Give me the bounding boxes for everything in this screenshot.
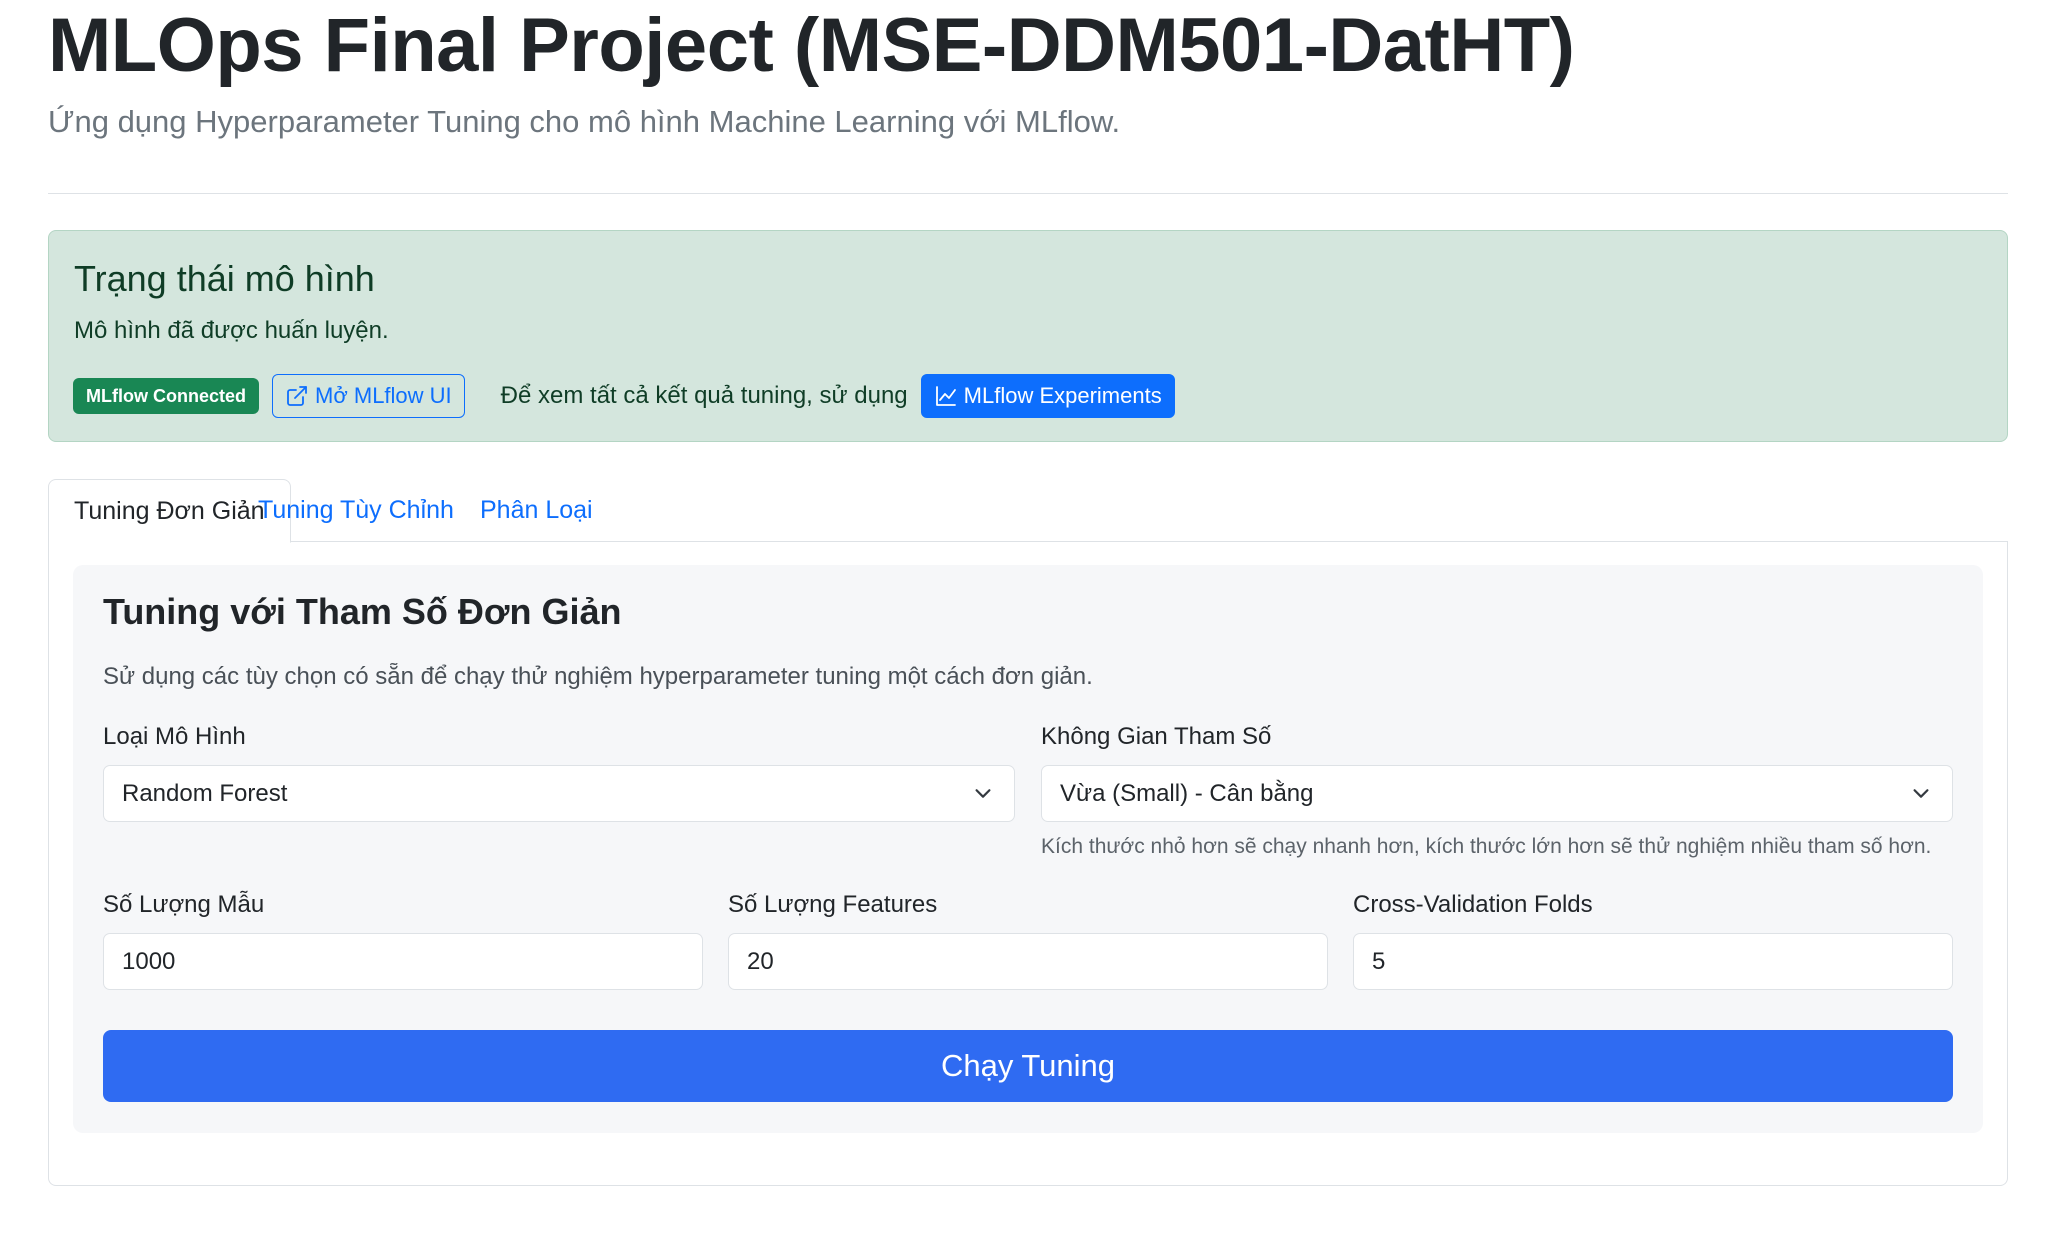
mlflow-connected-badge: MLflow Connected: [73, 378, 259, 414]
status-heading: Trạng thái mô hình: [74, 258, 375, 299]
status-actions: MLflow Connected Mở MLflow UI Để xem tất…: [73, 374, 1175, 418]
param-space-help: Kích thước nhỏ hơn sẽ chạy nhanh hơn, kí…: [1041, 835, 1932, 858]
mlflow-experiments-button[interactable]: MLflow Experiments: [920, 374, 1175, 418]
param-space-select[interactable]: Vừa (Small) - Cân bằng: [1041, 765, 1953, 822]
chevron-down-icon: [975, 789, 991, 798]
model-type-label: Loại Mô Hình: [103, 723, 246, 750]
page-subtitle: Ứng dụng Hyperparameter Tuning cho mô hì…: [48, 104, 1121, 139]
run-tuning-button[interactable]: Chạy Tuning: [103, 1030, 1953, 1102]
mlflow-experiments-label: MLflow Experiments: [963, 383, 1162, 408]
model-status-alert: Trạng thái mô hình Mô hình đã được huấn …: [48, 230, 2008, 442]
chevron-down-icon: [1913, 789, 1929, 798]
header-divider: [48, 193, 2008, 194]
cv-folds-input[interactable]: 5: [1353, 933, 1953, 990]
tab-classification[interactable]: Phân Loại: [455, 479, 618, 542]
n-features-label: Số Lượng Features: [728, 891, 938, 918]
n-samples-input[interactable]: 1000: [103, 933, 703, 990]
param-space-label: Không Gian Tham Số: [1041, 723, 1272, 750]
tab-content: Tuning với Tham Số Đơn Giản Sử dụng các …: [48, 541, 2008, 1186]
simple-tuning-panel: Tuning với Tham Số Đơn Giản Sử dụng các …: [73, 565, 1983, 1133]
model-type-value: Random Forest: [122, 779, 288, 807]
page: MLOps Final Project (MSE-DDM501-DatHT) Ứ…: [0, 0, 2052, 1240]
line-chart-icon: [935, 386, 956, 406]
model-type-select[interactable]: Random Forest: [103, 765, 1015, 822]
open-mlflow-ui-button[interactable]: Mở MLflow UI: [272, 374, 465, 418]
tab-custom-tuning[interactable]: Tuning Tùy Chỉnh: [233, 479, 479, 542]
n-samples-label: Số Lượng Mẫu: [103, 891, 265, 918]
external-link-icon: [287, 386, 307, 406]
open-mlflow-ui-label: Mở MLflow UI: [315, 383, 452, 408]
param-space-value: Vừa (Small) - Cân bằng: [1060, 779, 1314, 807]
panel-description: Sử dụng các tùy chọn có sẵn để chạy thử …: [103, 663, 1093, 690]
page-title: MLOps Final Project (MSE-DDM501-DatHT): [48, 3, 1575, 88]
tuning-results-note: Để xem tất cả kết quả tuning, sử dụng: [500, 382, 908, 409]
tuning-tabs: Tuning Đơn Giản Tuning Tùy Chỉnh Phân Lo…: [48, 479, 2008, 543]
n-features-input[interactable]: 20: [728, 933, 1328, 990]
status-text: Mô hình đã được huấn luyện.: [74, 317, 389, 344]
panel-title: Tuning với Tham Số Đơn Giản: [103, 591, 622, 632]
cv-folds-label: Cross-Validation Folds: [1353, 891, 1593, 918]
